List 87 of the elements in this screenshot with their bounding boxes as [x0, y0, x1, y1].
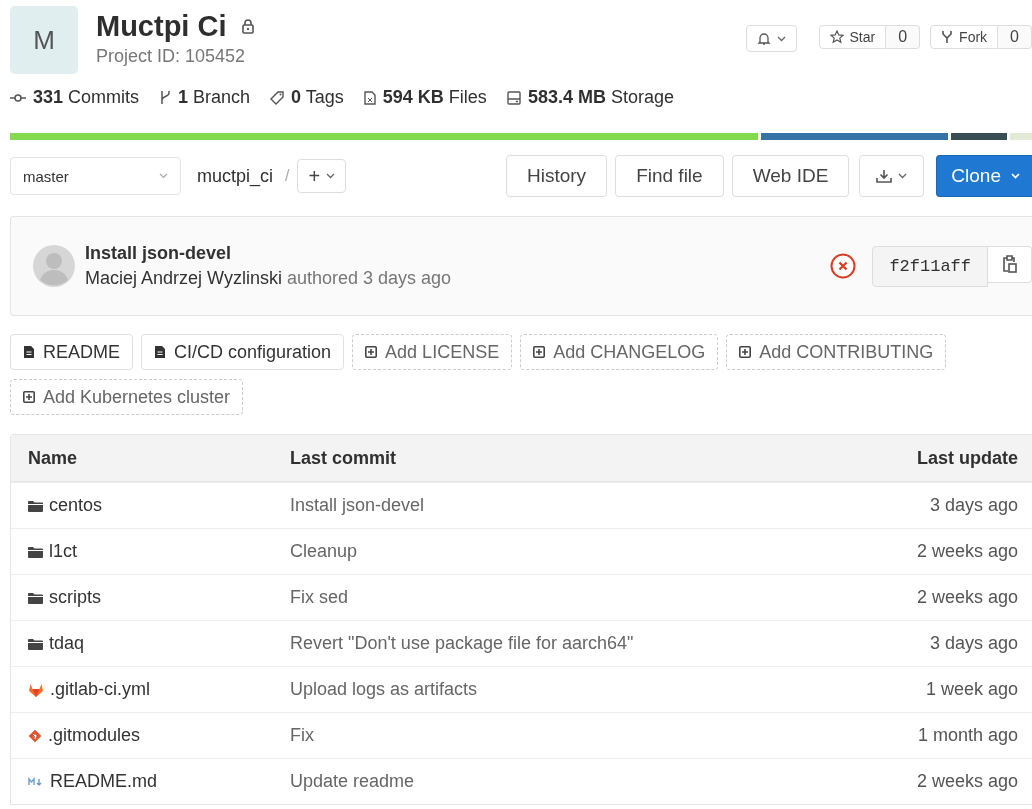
fork-count[interactable]: 0 [998, 25, 1032, 49]
add-file-button[interactable]: Add LICENSE [352, 334, 513, 370]
commit-sha[interactable]: f2f11aff [872, 245, 988, 287]
commit-icon [10, 92, 26, 103]
fork-button[interactable]: Fork [930, 25, 999, 49]
plus-square-icon [23, 391, 35, 403]
breadcrumb-link[interactable]: muctpi_ci [197, 165, 274, 187]
download-button[interactable] [859, 155, 925, 197]
stat-link[interactable]: 331 Commits [33, 87, 140, 108]
stat-link[interactable]: 594 KB Files [382, 87, 487, 108]
file-name-link[interactable]: tdaq [49, 633, 85, 654]
commit-message-link[interactable]: Upload logs as artifacts [290, 679, 926, 700]
caret-icon [898, 173, 908, 179]
shortcut-button[interactable]: CI/CD configuration [141, 334, 345, 370]
caret-icon [776, 35, 786, 42]
clone-button[interactable]: Clone [936, 155, 1032, 197]
git-icon [28, 728, 42, 743]
tag-icon [270, 90, 285, 105]
update-time: 2 weeks ago [916, 771, 1018, 792]
column-header: Name [28, 447, 79, 469]
download-icon [876, 169, 893, 183]
commit-message-link[interactable]: Fix sed [290, 587, 917, 608]
notification-button[interactable] [745, 25, 797, 52]
author-link[interactable]: Maciej Andrzej Wyzlinski [85, 268, 282, 288]
commit-message-link[interactable]: Revert "Don't use package file for aarch64" [290, 633, 930, 654]
file-name-link[interactable]: .gitlab-ci.yml [50, 679, 151, 700]
folder-icon [28, 499, 43, 512]
plus-square-icon [739, 346, 752, 358]
plus-square-icon [365, 346, 378, 358]
project-avatar: M [10, 6, 78, 74]
star-icon [829, 30, 844, 44]
document-icon [23, 345, 35, 359]
folder-icon [28, 545, 43, 558]
caret-icon [326, 173, 336, 179]
project-name: Muctpi Ci [96, 9, 227, 43]
fox-icon [28, 682, 44, 697]
bell-icon [756, 31, 771, 46]
file-name-link[interactable]: .gitmodules [48, 725, 141, 746]
caret-icon [1011, 173, 1020, 179]
repo-action-button[interactable]: Find file [615, 155, 724, 197]
storage-icon [506, 90, 521, 105]
file-name-link[interactable]: centos [49, 495, 103, 516]
stat-link[interactable]: 1 Branch [178, 87, 251, 108]
copy-button[interactable] [988, 245, 1032, 283]
add-file-button[interactable]: Add CHANGELOG [520, 334, 719, 370]
repo-action-button[interactable]: Web IDE [731, 155, 850, 197]
update-time: 2 weeks ago [916, 587, 1018, 608]
plus-square-icon [533, 346, 546, 358]
commit-meta: authored 3 days ago [286, 268, 452, 288]
commit-message-link[interactable]: Fix [290, 725, 918, 746]
folder-icon [28, 591, 43, 604]
column-header: Last commit [290, 447, 398, 469]
folder-icon [28, 637, 43, 650]
stat-link[interactable]: 0 Tags [291, 87, 344, 108]
commit-title-link[interactable]: Install json-devel [85, 243, 831, 264]
caret-icon [159, 173, 168, 179]
file-name-link[interactable]: l1ct [49, 541, 77, 562]
update-time: 1 week ago [925, 679, 1018, 700]
branch-icon [159, 90, 172, 105]
markdown-icon [28, 776, 44, 787]
add-dropdown-button[interactable]: + [297, 159, 347, 193]
commit-message-link[interactable]: Cleanup [290, 541, 917, 562]
commit-message-link[interactable]: Update readme [290, 771, 917, 792]
file-icon [363, 90, 376, 105]
user-avatar-icon [33, 245, 75, 287]
add-file-button[interactable]: Add CONTRIBUTING [726, 334, 947, 370]
update-time: 3 days ago [929, 495, 1018, 516]
clipboard-icon [1002, 255, 1017, 273]
commit-message-link[interactable]: Install json-devel [290, 495, 930, 516]
pipeline-failed-icon[interactable] [830, 253, 857, 279]
file-name-link[interactable]: scripts [49, 587, 101, 608]
add-file-button[interactable]: Add Kubernetes cluster [10, 379, 244, 415]
stat-link[interactable]: 583.4 MB Storage [527, 87, 674, 108]
update-time: 3 days ago [929, 633, 1018, 654]
update-time: 1 month ago [917, 725, 1018, 746]
project-id: Project ID: 105452 [96, 46, 247, 67]
star-count[interactable]: 0 [886, 25, 921, 49]
path-separator: / [285, 167, 290, 185]
column-header: Last update [917, 447, 1018, 469]
update-time: 2 weeks ago [916, 541, 1018, 562]
shortcut-button[interactable]: README [10, 334, 133, 370]
file-name-link[interactable]: README.md [50, 771, 157, 792]
document-icon [154, 345, 166, 359]
star-button[interactable]: Star [818, 25, 887, 49]
repo-action-button[interactable]: History [506, 155, 608, 197]
fork-icon [941, 30, 954, 44]
branch-dropdown[interactable]: master [10, 157, 181, 195]
